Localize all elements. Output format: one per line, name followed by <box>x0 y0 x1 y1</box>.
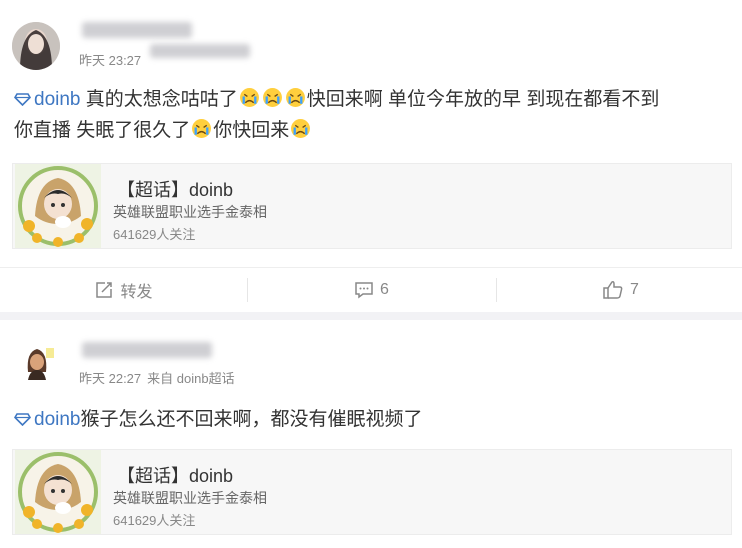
comment-icon <box>355 282 373 299</box>
crying-emoji-icon <box>239 88 259 107</box>
post-meta: 昨天 22:27 来自 doinb超话 <box>79 368 241 387</box>
crying-emoji-icon <box>285 88 305 107</box>
post-text: doinb 真的太想念咕咕了 快回来啊 单位今年放的早 到现在都看不到 你直播 失眠… <box>14 88 660 141</box>
repost-icon <box>96 282 113 298</box>
post-time[interactable]: 昨天 23:27 <box>79 53 141 68</box>
username[interactable] <box>82 22 192 38</box>
crying-emoji-icon <box>291 119 311 138</box>
supertopic-title[interactable]: 【超话】doinb <box>117 176 233 202</box>
mention-link[interactable]: doinb <box>14 89 81 110</box>
username[interactable] <box>82 342 212 358</box>
post-actions: 转发 6 7 <box>0 267 742 312</box>
comment-count: 6 <box>380 281 389 298</box>
post-time[interactable]: 昨天 22:27 <box>79 371 141 386</box>
diamond-gem-icon <box>14 93 31 106</box>
post-text: doinb猴子怎么还不回来啊，都没有催眠视频了 <box>14 404 730 435</box>
diamond-gem-icon <box>14 413 31 426</box>
post-source[interactable]: 来自 doinb超话 <box>147 371 234 386</box>
supertopic-subtitle: 英雄联盟职业选手金泰相 <box>113 490 267 506</box>
supertopic-subtitle: 英雄联盟职业选手金泰相 <box>113 204 267 220</box>
supertopic-followers: 641629人关注 <box>113 227 196 242</box>
supertopic-card[interactable]: 【超话】doinb 英雄联盟职业选手金泰相 641629人关注 <box>12 449 732 535</box>
post-card: 昨天 23:27 doinb 真的太想念咕咕了 快回来啊 单位今年放的早 到现在都… <box>0 0 742 312</box>
crying-emoji-icon <box>262 88 282 107</box>
supertopic-title[interactable]: 【超话】doinb <box>117 462 233 488</box>
like-count: 7 <box>630 281 639 298</box>
username-extra <box>150 44 250 58</box>
mention-link[interactable]: doinb <box>14 409 81 430</box>
post-meta: 昨天 23:27 <box>79 50 147 69</box>
supertopic-card[interactable]: 【超话】doinb 英雄联盟职业选手金泰相 641629人关注 <box>12 163 732 249</box>
supertopic-image <box>15 450 101 534</box>
crying-emoji-icon <box>192 119 212 138</box>
repost-button[interactable]: 转发 <box>0 268 247 312</box>
avatar[interactable] <box>12 22 60 70</box>
like-icon <box>603 281 623 299</box>
avatar[interactable] <box>20 342 54 380</box>
post-card: 昨天 22:27 来自 doinb超话 doinb猴子怎么还不回来啊，都没有催眠视… <box>0 320 742 548</box>
like-button[interactable]: 7 <box>497 268 742 312</box>
repost-label: 转发 <box>120 284 153 301</box>
supertopic-image <box>15 164 101 248</box>
comment-button[interactable]: 6 <box>248 268 495 312</box>
supertopic-followers: 641629人关注 <box>113 513 196 528</box>
